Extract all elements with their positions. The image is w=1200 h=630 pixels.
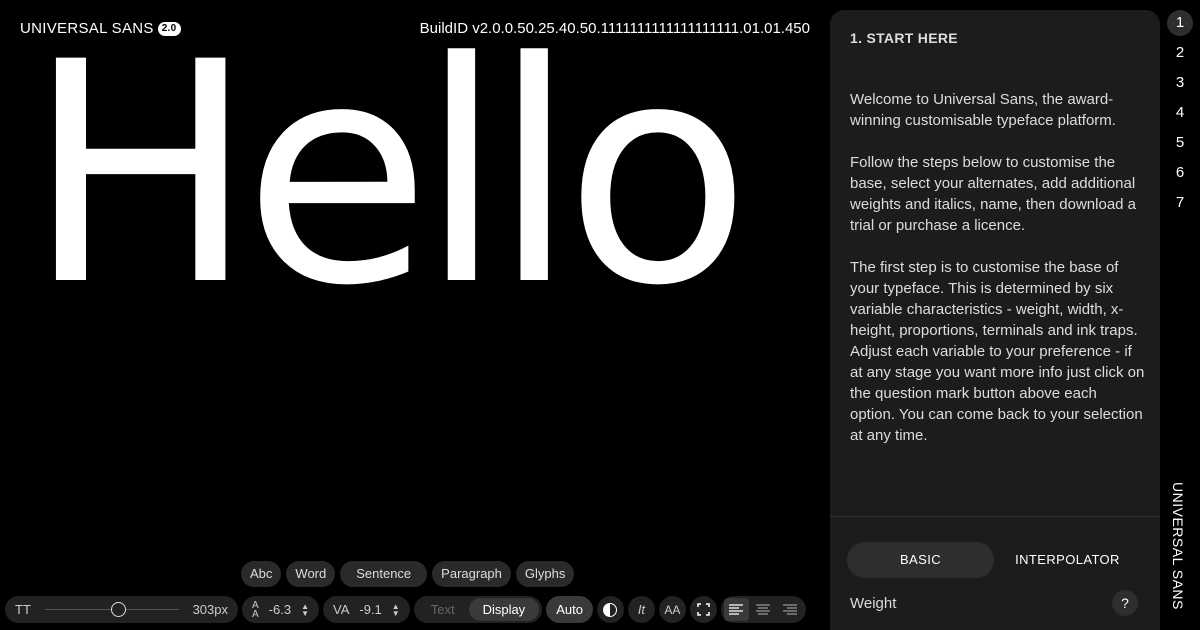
panel-paragraph: Follow the steps below to customise the …: [850, 154, 1137, 234]
style-text-button[interactable]: Text: [417, 598, 469, 621]
leading-icon: A A: [252, 599, 259, 620]
tracking-value: -9.1: [359, 602, 382, 617]
align-center-button[interactable]: [751, 598, 776, 621]
step-6[interactable]: 6: [1167, 160, 1193, 186]
tracking-label: VA: [333, 602, 350, 617]
style-toggle: Text Display: [413, 596, 543, 623]
align-right-button[interactable]: [778, 598, 803, 621]
step-5[interactable]: 5: [1167, 130, 1193, 156]
case-button[interactable]: AA: [658, 596, 686, 623]
preview-toolbar: TT 303px A A -6.3 ▲ ▼ VA -9.1 ▲ ▼ Text Dis…: [5, 596, 806, 623]
fullscreen-icon: [697, 603, 710, 616]
info-panel: 1. START HERE Welcome to Universal Sans,…: [830, 10, 1160, 630]
panel-paragraph: The first step is to customise the base …: [850, 259, 1145, 444]
step-2[interactable]: 2: [1167, 40, 1193, 66]
font-size-slider[interactable]: [44, 602, 179, 617]
mode-paragraph-button[interactable]: Paragraph: [432, 561, 511, 587]
tab-interpolator[interactable]: INTERPOLATOR: [994, 542, 1141, 578]
font-size-value: 303px: [192, 602, 228, 617]
panel-body: Welcome to Universal Sans, the award-win…: [850, 89, 1146, 467]
align-left-icon: [729, 603, 744, 615]
weight-label: Weight: [850, 594, 897, 612]
italic-label: It: [637, 602, 646, 617]
step-7[interactable]: 7: [1167, 190, 1193, 216]
italic-button[interactable]: It: [627, 596, 655, 623]
align-center-icon: [756, 603, 771, 615]
tracking-stepper-icon[interactable]: ▲ ▼: [392, 602, 400, 617]
font-size-label: TT: [15, 602, 31, 617]
panel-tabs: BASIC INTERPOLATOR: [847, 542, 1141, 578]
weight-help-button[interactable]: ?: [1112, 590, 1138, 616]
mode-glyphs-button[interactable]: Glyphs: [515, 561, 575, 587]
align-right-icon: [783, 603, 798, 615]
mode-sentence-button[interactable]: Sentence: [340, 561, 428, 587]
side-brand: UNIVERSAL SANS: [1170, 482, 1186, 610]
leading-stepper-icon[interactable]: ▲ ▼: [301, 602, 309, 617]
auto-button[interactable]: Auto: [546, 596, 593, 623]
style-display-button[interactable]: Display: [468, 598, 540, 621]
font-size-control: TT 303px: [5, 596, 238, 623]
weight-option: Weight ?: [850, 590, 1138, 616]
invert-colors-button[interactable]: [596, 596, 624, 623]
panel-divider: [830, 516, 1160, 517]
alignment-group: [720, 596, 806, 623]
type-preview[interactable]: Hello: [26, 22, 751, 327]
mode-abc-button[interactable]: Abc: [241, 561, 282, 587]
mode-word-button[interactable]: Word: [286, 561, 336, 587]
tracking-control[interactable]: VA -9.1 ▲ ▼: [323, 596, 410, 623]
fullscreen-button[interactable]: [689, 596, 717, 623]
leading-control[interactable]: A A -6.3 ▲ ▼: [242, 596, 319, 623]
align-left-button[interactable]: [723, 598, 749, 621]
step-4[interactable]: 4: [1167, 100, 1193, 126]
contrast-icon: [603, 602, 618, 617]
font-size-slider-knob[interactable]: [111, 602, 127, 617]
leading-value: -6.3: [268, 602, 292, 617]
step-navigation: 1 2 3 4 5 6 7: [1167, 10, 1193, 220]
step-1[interactable]: 1: [1167, 10, 1193, 36]
panel-title: 1. START HERE: [850, 30, 958, 46]
preview-mode-selector: Abc Word Sentence Paragraph Glyphs: [241, 561, 575, 587]
tab-basic[interactable]: BASIC: [847, 542, 994, 578]
panel-paragraph: Welcome to Universal Sans, the award-win…: [850, 91, 1116, 129]
step-3[interactable]: 3: [1167, 70, 1193, 96]
case-label: AA: [664, 602, 681, 617]
